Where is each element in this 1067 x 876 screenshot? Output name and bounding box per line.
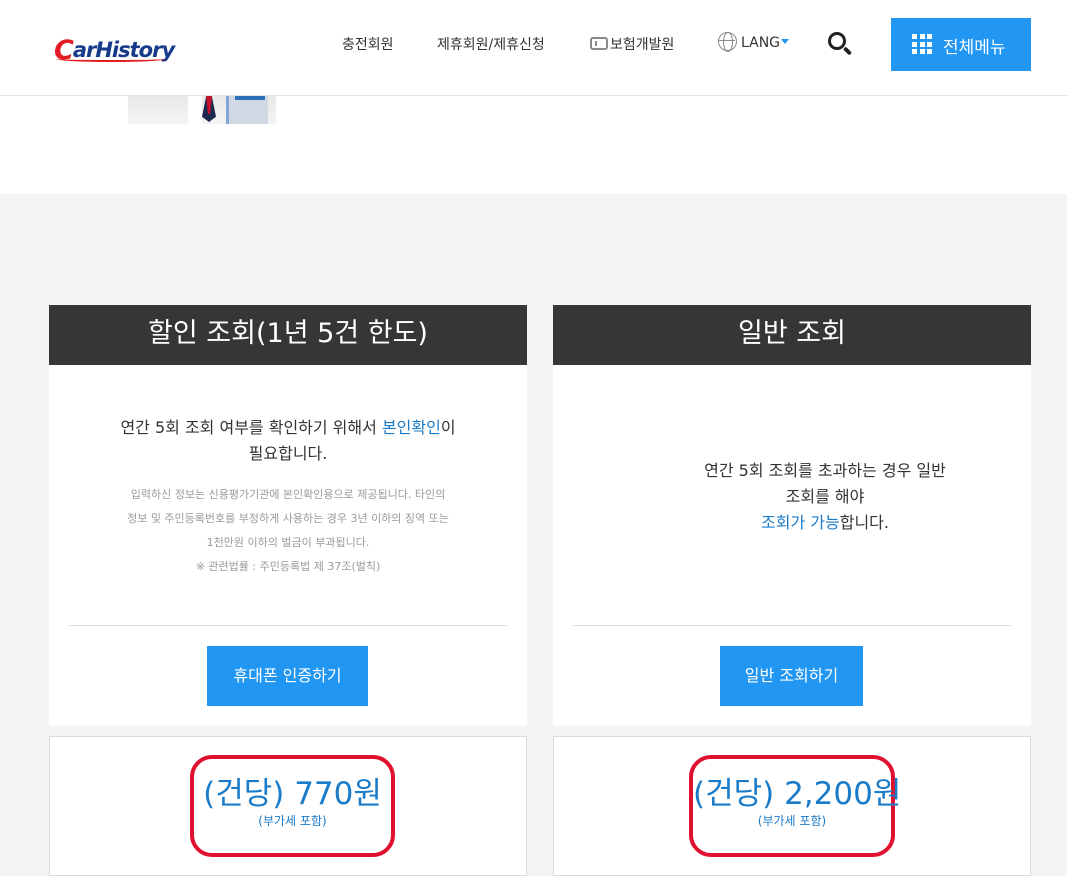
search-icon-handle bbox=[842, 46, 853, 56]
discount-price-card: (건당) 770원 (부가세 포함) bbox=[49, 736, 527, 876]
price-highlight: (건당) 770원 (부가세 포함) bbox=[190, 755, 395, 857]
nav-kidi[interactable]: 보험개발원 bbox=[590, 34, 674, 54]
discount-inquiry-desc: 연간 5회 조회 여부를 확인하기 위해서 본인확인이 필요합니다. bbox=[49, 415, 527, 467]
general-inquiry-desc: 연간 5회 조회를 초과하는 경우 일반 조회를 해야 조회가 가능합니다. bbox=[615, 458, 1035, 536]
desc-text-suffix: 합니다. bbox=[839, 513, 889, 532]
desc-text-suffix: 이 bbox=[440, 418, 456, 437]
logo-swoosh bbox=[56, 56, 166, 62]
general-inquiry-card: 일반 조회 연간 5회 조회를 초과하는 경우 일반 조회를 해야 조회가 가능… bbox=[553, 305, 1031, 725]
discount-price: (건당) 770원 bbox=[203, 776, 382, 812]
kidi-logo-icon bbox=[590, 37, 608, 50]
phone-verify-button[interactable]: 휴대폰 인증하기 bbox=[207, 646, 368, 706]
desc-text: 연간 5회 조회를 초과하는 경우 일반 bbox=[704, 461, 946, 480]
nav-lang-label: LANG bbox=[741, 35, 781, 51]
grid-icon bbox=[912, 34, 932, 54]
general-price-card: (건당) 2,200원 (부가세 포함) bbox=[553, 736, 1031, 876]
nav-lang[interactable]: LANG bbox=[718, 32, 790, 52]
divider bbox=[573, 625, 1011, 626]
site-header: CarHistory 충전회원 제휴회원/제휴신청 보험개발원 LANG 전체메… bbox=[0, 0, 1067, 96]
discount-inquiry-title: 할인 조회(1년 5건 한도) bbox=[49, 305, 527, 365]
all-menu-button[interactable]: 전체메뉴 bbox=[891, 18, 1031, 71]
nav-charge-member[interactable]: 충전회원 bbox=[342, 34, 394, 54]
notice-line: 입력하신 정보는 신용평가기관에 본인확인용으로 제공됩니다. 타인의 bbox=[130, 488, 446, 501]
general-price: (건당) 2,200원 bbox=[693, 776, 902, 812]
general-inquiry-button[interactable]: 일반 조회하기 bbox=[720, 646, 863, 706]
identity-verify-link[interactable]: 본인확인 bbox=[382, 418, 441, 437]
notice-line: 1천만원 이하의 벌금이 부과됩니다. bbox=[206, 536, 370, 549]
inquiry-possible-link[interactable]: 조회가 가능 bbox=[761, 513, 840, 532]
nav-kidi-label: 보험개발원 bbox=[610, 37, 675, 53]
globe-icon bbox=[718, 32, 737, 52]
vat-note: (부가세 포함) bbox=[757, 814, 827, 828]
notice-law-ref: ※ 관련법률 : 주민등록법 제 37조(벌칙) bbox=[195, 560, 381, 573]
desc-text: 연간 5회 조회 여부를 확인하기 위해서 bbox=[120, 418, 382, 437]
desc-text-line2: 조회를 해야 bbox=[785, 487, 865, 506]
caret-down-icon bbox=[781, 39, 790, 44]
legal-notice: 입력하신 정보는 신용평가기관에 본인확인용으로 제공됩니다. 타인의 정보 및… bbox=[49, 483, 527, 579]
hero-illustration bbox=[128, 96, 276, 124]
carhistory-logo[interactable]: CarHistory bbox=[48, 26, 175, 66]
general-inquiry-title: 일반 조회 bbox=[553, 305, 1031, 365]
nav-partner-member[interactable]: 제휴회원/제휴신청 bbox=[437, 34, 545, 54]
search-button[interactable] bbox=[826, 30, 854, 58]
divider bbox=[69, 625, 507, 626]
price-highlight: (건당) 2,200원 (부가세 포함) bbox=[689, 755, 902, 857]
discount-inquiry-card: 할인 조회(1년 5건 한도) 연간 5회 조회 여부를 확인하기 위해서 본인… bbox=[49, 305, 527, 725]
all-menu-label: 전체메뉴 bbox=[943, 38, 1006, 58]
vat-note: (부가세 포함) bbox=[258, 814, 327, 828]
notice-line: 정보 및 주민등록번호를 부정하게 사용하는 경우 3년 이하의 징역 또는 bbox=[127, 512, 449, 525]
desc-text-line2: 필요합니다. bbox=[248, 444, 328, 463]
